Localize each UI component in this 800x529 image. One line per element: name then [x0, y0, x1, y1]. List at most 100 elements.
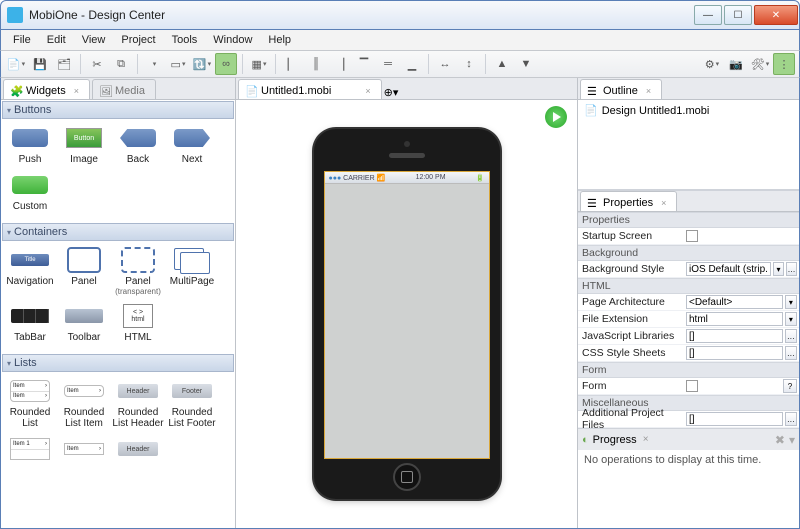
- prop-css-sheets: CSS Style Sheets …: [578, 345, 799, 362]
- dropdown-icon[interactable]: ▾: [773, 262, 784, 276]
- tab-document[interactable]: 📄 Untitled1.mobi ×: [238, 79, 382, 99]
- widget-list-header[interactable]: Header: [111, 437, 165, 465]
- page-arch-select[interactable]: [686, 295, 783, 309]
- platform-apple-button[interactable]: [143, 53, 165, 75]
- more-button[interactable]: …: [785, 346, 797, 360]
- new-tab-button[interactable]: ⊕: [384, 86, 393, 99]
- close-icon[interactable]: ×: [661, 198, 666, 208]
- maximize-button[interactable]: ☐: [724, 5, 752, 25]
- menu-project[interactable]: Project: [113, 32, 163, 48]
- prop-group-form: Form: [578, 362, 799, 378]
- widget-rounded-list[interactable]: Item›Item›Rounded List: [3, 379, 57, 429]
- menu-tools[interactable]: Tools: [164, 32, 206, 48]
- remove-all-icon[interactable]: ✖: [775, 433, 785, 447]
- tab-outline[interactable]: ☰ Outline ×: [580, 79, 662, 99]
- widget-next[interactable]: Next: [165, 126, 219, 165]
- align-bottom-button[interactable]: ▁: [401, 53, 423, 75]
- widget-list[interactable]: Item 1›: [3, 437, 57, 465]
- widget-panel-transparent[interactable]: Panel(transparent): [111, 248, 165, 296]
- section-lists[interactable]: Lists: [2, 354, 234, 372]
- widget-multipage[interactable]: MultiPage: [165, 248, 219, 296]
- device-button[interactable]: ▭: [167, 53, 189, 75]
- cut-button[interactable]: ✂: [86, 53, 108, 75]
- close-icon[interactable]: ×: [643, 434, 649, 445]
- background-style-select[interactable]: [686, 262, 771, 276]
- widget-custom[interactable]: Custom: [3, 173, 57, 212]
- menu-edit[interactable]: Edit: [39, 32, 74, 48]
- link-button[interactable]: ∞: [215, 53, 237, 75]
- widget-navigation[interactable]: TitleNavigation: [3, 248, 57, 296]
- orientation-button[interactable]: 🔃: [191, 53, 213, 75]
- app-icon: [7, 7, 23, 23]
- properties-icon: ☰: [587, 197, 599, 209]
- close-icon[interactable]: ×: [365, 86, 370, 96]
- align-right-button[interactable]: ▕: [329, 53, 351, 75]
- widget-back[interactable]: Back: [111, 126, 165, 165]
- menu-file[interactable]: File: [5, 32, 39, 48]
- save-all-button[interactable]: 🗂: [53, 53, 75, 75]
- phone-home-button[interactable]: [393, 463, 421, 491]
- tab-properties[interactable]: ☰ Properties ×: [580, 191, 677, 211]
- align-middle-button[interactable]: ═: [377, 53, 399, 75]
- section-buttons[interactable]: Buttons: [2, 101, 234, 119]
- menu-window[interactable]: Window: [205, 32, 260, 48]
- tab-media[interactable]: 🖼 Media: [92, 79, 156, 99]
- form-checkbox[interactable]: [686, 380, 698, 392]
- align-center-button[interactable]: ║: [305, 53, 327, 75]
- tools-button[interactable]: 🛠: [749, 53, 771, 75]
- css-field[interactable]: [686, 346, 783, 360]
- menu-help[interactable]: Help: [260, 32, 299, 48]
- menu-icon[interactable]: ▾: [789, 433, 795, 447]
- run-button[interactable]: [545, 106, 567, 128]
- tab-menu-button[interactable]: ▾: [393, 86, 399, 99]
- more-button[interactable]: …: [786, 262, 797, 276]
- section-containers[interactable]: Containers: [2, 223, 234, 241]
- save-button[interactable]: 💾: [29, 53, 51, 75]
- dropdown-icon[interactable]: ▾: [785, 295, 797, 309]
- widget-rounded-list-header[interactable]: HeaderRounded List Header: [111, 379, 165, 429]
- design-canvas[interactable]: ●●● CARRIER 📶 12:00 PM 🔋: [236, 100, 577, 528]
- tab-label: Media: [115, 85, 145, 97]
- dropdown-icon[interactable]: ▾: [785, 312, 797, 326]
- widget-list-item[interactable]: Item›: [57, 437, 111, 465]
- close-icon[interactable]: ×: [74, 86, 79, 96]
- page-icon: 📄: [584, 104, 598, 117]
- camera-button[interactable]: 📷: [725, 53, 747, 75]
- tab-progress[interactable]: ◐ Progress × ✖ ▾: [578, 428, 799, 450]
- more-button[interactable]: …: [785, 412, 797, 426]
- file-ext-select[interactable]: [686, 312, 783, 326]
- startup-checkbox[interactable]: [686, 230, 698, 242]
- files-field[interactable]: [686, 412, 783, 426]
- widget-push[interactable]: Push: [3, 126, 57, 165]
- widget-html[interactable]: < >htmlHTML: [111, 304, 165, 343]
- dist-v-button[interactable]: ↕: [458, 53, 480, 75]
- more-button[interactable]: …: [785, 329, 797, 343]
- outline-tree[interactable]: 📄 Design Untitled1.mobi: [578, 100, 799, 190]
- js-lib-field[interactable]: [686, 329, 783, 343]
- phone-screen[interactable]: ●●● CARRIER 📶 12:00 PM 🔋: [324, 171, 490, 459]
- wifi-button[interactable]: ⋮: [773, 53, 795, 75]
- dist-h-button[interactable]: ↔: [434, 53, 456, 75]
- widget-tabbar[interactable]: TabBar: [3, 304, 57, 343]
- send-back-button[interactable]: ▼: [515, 53, 537, 75]
- widget-rounded-list-item[interactable]: Item›Rounded List Item: [57, 379, 111, 429]
- menu-view[interactable]: View: [74, 32, 114, 48]
- copy-button[interactable]: ⧉: [110, 53, 132, 75]
- close-button[interactable]: ✕: [754, 5, 798, 25]
- widget-image[interactable]: ButtonImage: [57, 126, 111, 165]
- close-icon[interactable]: ×: [646, 86, 651, 96]
- outline-node[interactable]: 📄 Design Untitled1.mobi: [584, 104, 793, 117]
- new-button[interactable]: 📄: [5, 53, 27, 75]
- align-top-button[interactable]: ▔: [353, 53, 375, 75]
- align-left-button[interactable]: ▏: [281, 53, 303, 75]
- bring-front-button[interactable]: ▲: [491, 53, 513, 75]
- help-button[interactable]: ?: [783, 379, 797, 393]
- settings-button[interactable]: ⚙: [701, 53, 723, 75]
- widget-toolbar[interactable]: Toolbar: [57, 304, 111, 343]
- tab-widgets[interactable]: 🧩 Widgets ×: [3, 79, 90, 99]
- widget-panel[interactable]: Panel: [57, 248, 111, 296]
- widget-rounded-list-footer[interactable]: FooterRounded List Footer: [165, 379, 219, 429]
- grid-button[interactable]: ▦: [248, 53, 270, 75]
- menu-bar: File Edit View Project Tools Window Help: [0, 30, 800, 50]
- minimize-button[interactable]: —: [694, 5, 722, 25]
